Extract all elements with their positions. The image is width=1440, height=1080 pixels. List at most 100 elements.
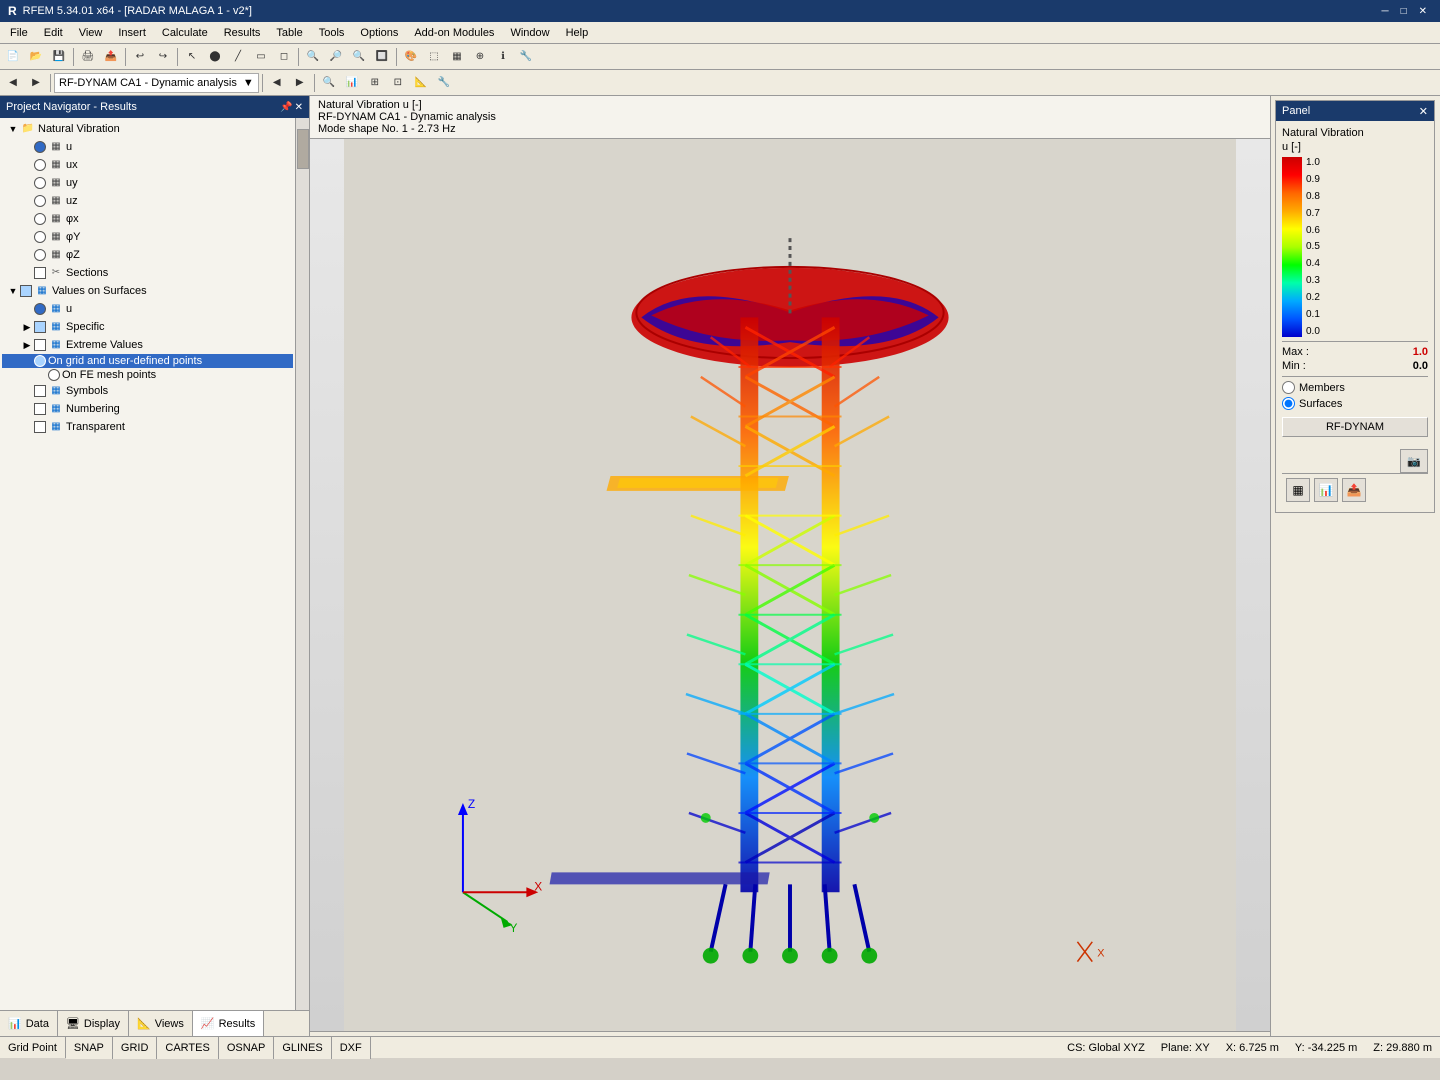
menu-insert[interactable]: Insert <box>110 25 154 41</box>
check-specific[interactable] <box>34 321 46 333</box>
tb2-b1[interactable]: ◀ <box>2 72 24 94</box>
snap-glines[interactable]: GLINES <box>274 1037 331 1059</box>
tree-specific[interactable]: ▶ ▦ Specific <box>2 318 293 336</box>
close-btn[interactable]: ✕ <box>1414 6 1432 17</box>
tb2-more4[interactable]: ⊡ <box>387 72 409 94</box>
radio-ux[interactable] <box>34 159 46 171</box>
radio-phix[interactable] <box>34 213 46 225</box>
radio-phiz[interactable] <box>34 249 46 261</box>
panel-chart-icon[interactable]: 📊 <box>1314 478 1338 502</box>
tb-select[interactable]: ↖ <box>181 46 203 68</box>
menu-table[interactable]: Table <box>268 25 310 41</box>
radio-mesh[interactable] <box>48 369 60 381</box>
3d-viewport[interactable]: Z Y X X <box>310 139 1270 1031</box>
tree-natural-vibration[interactable]: ▼ 📁 Natural Vibration <box>2 120 293 138</box>
nav-scrollbar[interactable] <box>295 118 309 1010</box>
tree-u2[interactable]: ▦ u <box>2 300 293 318</box>
tb-zoom-all[interactable]: 🔍 <box>302 46 324 68</box>
check-numbering[interactable] <box>34 403 46 415</box>
tb2-more5[interactable]: 📐 <box>410 72 432 94</box>
check-surfaces[interactable] <box>20 285 32 297</box>
check-transparent[interactable] <box>34 421 46 433</box>
menu-help[interactable]: Help <box>558 25 597 41</box>
tb-zoom-in[interactable]: 🔎 <box>325 46 347 68</box>
tree-phiy[interactable]: ▦ φY <box>2 228 293 246</box>
tb2-more3[interactable]: ⊞ <box>364 72 386 94</box>
snap-cartes[interactable]: CARTES <box>157 1037 218 1059</box>
tb-export[interactable]: 📤 <box>100 46 122 68</box>
expand-icon2[interactable]: ▶ <box>20 322 34 333</box>
radio-uz[interactable] <box>34 195 46 207</box>
rf-dynam-btn[interactable]: RF-DYNAM <box>1282 417 1428 437</box>
radio-uy[interactable] <box>34 177 46 189</box>
tab-display[interactable]: 🖥 Display <box>58 1011 129 1036</box>
tb-new[interactable]: 📄 <box>2 46 24 68</box>
tree-symbols[interactable]: ▦ Symbols <box>2 382 293 400</box>
tb-surface[interactable]: ▭ <box>250 46 272 68</box>
tb2-more1[interactable]: 🔍 <box>318 72 340 94</box>
tab-views[interactable]: 📐 Views <box>129 1011 193 1036</box>
snap-snap[interactable]: SNAP <box>66 1037 113 1059</box>
tb2-b2[interactable]: ▶ <box>25 72 47 94</box>
maximize-btn[interactable]: □ <box>1396 6 1412 17</box>
tree-values-surfaces[interactable]: ▼ ▦ Values on Surfaces <box>2 282 293 300</box>
nav-scroll-thumb[interactable] <box>297 129 309 169</box>
expand-icon[interactable]: ▼ <box>6 286 20 296</box>
tb-save[interactable]: 💾 <box>48 46 70 68</box>
nav-pin-btn[interactable]: 📌 <box>280 102 292 113</box>
tb-wire[interactable]: ⬚ <box>423 46 445 68</box>
menu-results[interactable]: Results <box>216 25 269 41</box>
menu-tools[interactable]: Tools <box>311 25 353 41</box>
tb-redo[interactable]: ↪ <box>152 46 174 68</box>
tab-data[interactable]: 📊 Data <box>0 1011 58 1036</box>
snap-osnap[interactable]: OSNAP <box>219 1037 275 1059</box>
screenshot-btn[interactable]: 📷 <box>1400 449 1428 473</box>
menu-window[interactable]: Window <box>502 25 557 41</box>
menu-file[interactable]: File <box>2 25 36 41</box>
titlebar-controls[interactable]: ─ □ ✕ <box>1376 6 1432 17</box>
expand-icon[interactable]: ▼ <box>6 124 20 134</box>
menu-options[interactable]: Options <box>352 25 406 41</box>
tree-mesh-points[interactable]: On FE mesh points <box>2 368 293 382</box>
tb2-next[interactable]: ▶ <box>289 72 311 94</box>
panel-table-icon[interactable]: ▦ <box>1286 478 1310 502</box>
tb-more1[interactable]: ▦ <box>446 46 468 68</box>
panel-close-btn[interactable]: ✕ <box>1419 105 1428 118</box>
tree-uy[interactable]: ▦ uy <box>2 174 293 192</box>
tb2-more6[interactable]: 🔧 <box>433 72 455 94</box>
radio-u2[interactable] <box>34 303 46 315</box>
tab-results[interactable]: 📈 Results <box>193 1011 264 1036</box>
tb-solid[interactable]: ◻ <box>273 46 295 68</box>
tb-zoom-out[interactable]: 🔍 <box>348 46 370 68</box>
snap-dxf[interactable]: DXF <box>332 1037 371 1059</box>
radio-grid[interactable] <box>34 355 46 367</box>
tb-node[interactable]: ⬤ <box>204 46 226 68</box>
tree-sections[interactable]: ✂ Sections <box>2 264 293 282</box>
check-symbols[interactable] <box>34 385 46 397</box>
tree-u[interactable]: ▦ u <box>2 138 293 156</box>
tree-numbering[interactable]: ▦ Numbering <box>2 400 293 418</box>
check-extreme[interactable] <box>34 339 46 351</box>
tree-transparent[interactable]: ▦ Transparent <box>2 418 293 436</box>
tb-line[interactable]: ╱ <box>227 46 249 68</box>
tb-render[interactable]: 🎨 <box>400 46 422 68</box>
panel-export-icon[interactable]: 📤 <box>1342 478 1366 502</box>
menu-calculate[interactable]: Calculate <box>154 25 216 41</box>
tb-open[interactable]: 📂 <box>25 46 47 68</box>
tree-container[interactable]: ▼ 📁 Natural Vibration ▦ u ▦ ux <box>0 118 309 1010</box>
tree-extreme[interactable]: ▶ ▦ Extreme Values <box>2 336 293 354</box>
surfaces-radio-row[interactable]: Surfaces <box>1282 397 1428 410</box>
radio-u[interactable] <box>34 141 46 153</box>
nav-close-btn[interactable]: ✕ <box>295 102 303 113</box>
tb-view3d[interactable]: 🔲 <box>371 46 393 68</box>
menu-addon[interactable]: Add-on Modules <box>406 25 502 41</box>
tb2-prev[interactable]: ◀ <box>266 72 288 94</box>
members-radio-row[interactable]: Members <box>1282 381 1428 394</box>
tb-undo[interactable]: ↩ <box>129 46 151 68</box>
nav-header-btns[interactable]: 📌 ✕ <box>280 102 303 113</box>
tb-more2[interactable]: ⊕ <box>469 46 491 68</box>
tree-ux[interactable]: ▦ ux <box>2 156 293 174</box>
tree-phiz[interactable]: ▦ φZ <box>2 246 293 264</box>
members-radio[interactable] <box>1282 381 1295 394</box>
tb2-more2[interactable]: 📊 <box>341 72 363 94</box>
